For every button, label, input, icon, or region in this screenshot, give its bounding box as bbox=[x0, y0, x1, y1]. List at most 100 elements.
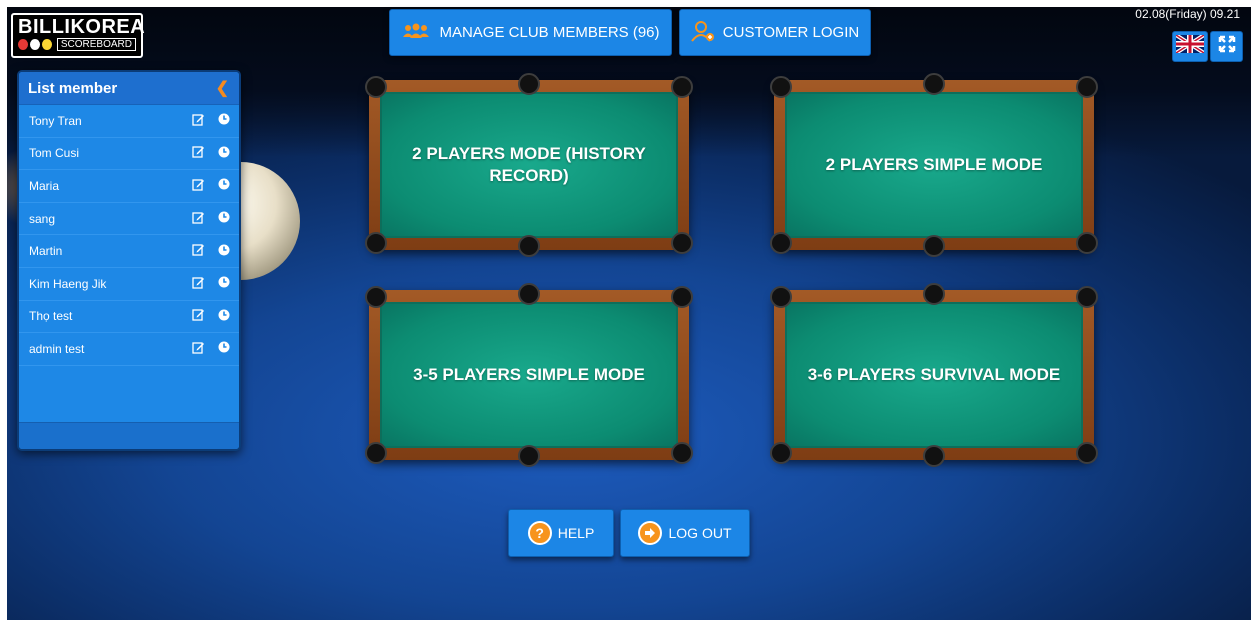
edit-icon[interactable] bbox=[192, 308, 205, 324]
member-name: Tom Cusi bbox=[29, 146, 80, 161]
yellow-dot-icon bbox=[41, 39, 52, 50]
member-list-title: List member bbox=[28, 79, 118, 97]
member-name: Kim Haeng Jik bbox=[29, 276, 107, 291]
member-row[interactable]: Kim Haeng Jik bbox=[19, 268, 239, 301]
uk-flag-icon bbox=[1174, 33, 1206, 58]
edit-icon[interactable] bbox=[192, 243, 205, 259]
edit-icon[interactable] bbox=[192, 211, 205, 227]
member-actions bbox=[192, 145, 230, 161]
pocket-icon bbox=[770, 232, 792, 254]
member-row[interactable]: Tom Cusi bbox=[19, 138, 239, 171]
pocket-icon bbox=[923, 235, 945, 257]
member-name: Thọ test bbox=[29, 309, 73, 324]
brand-name: BILLIKOREA bbox=[18, 16, 146, 38]
brand-logo: BILLIKOREA SCOREBOARD bbox=[11, 13, 146, 58]
clock-icon[interactable] bbox=[218, 276, 230, 291]
clock-icon[interactable] bbox=[218, 113, 230, 128]
pocket-icon bbox=[365, 286, 387, 308]
red-dot-icon bbox=[18, 39, 28, 50]
clock-icon[interactable] bbox=[218, 146, 230, 161]
clock-icon[interactable] bbox=[218, 178, 230, 193]
pocket-icon bbox=[770, 442, 792, 464]
pocket-icon bbox=[1076, 232, 1098, 254]
member-row[interactable]: Thọ test bbox=[19, 301, 239, 334]
pocket-icon bbox=[671, 286, 693, 308]
clock-icon[interactable] bbox=[218, 341, 230, 356]
edit-icon[interactable] bbox=[192, 145, 205, 161]
member-name: Maria bbox=[29, 178, 60, 193]
member-list-panel: List member ❮ Tony Tran Tom Cusi Maria sang… bbox=[17, 70, 241, 451]
member-list-footer bbox=[19, 422, 239, 449]
pocket-icon bbox=[365, 76, 387, 98]
mode-card-3-5-players-simple[interactable]: 3-5 PLAYERS SIMPLE MODE bbox=[365, 283, 693, 467]
pocket-icon bbox=[518, 235, 540, 257]
fullscreen-button[interactable] bbox=[1210, 31, 1243, 62]
table-felt: 2 PLAYERS SIMPLE MODE bbox=[785, 92, 1083, 238]
edit-icon[interactable] bbox=[192, 276, 205, 292]
pocket-icon bbox=[365, 442, 387, 464]
pocket-icon bbox=[518, 283, 540, 305]
pocket-icon bbox=[671, 76, 693, 98]
pocket-icon bbox=[365, 232, 387, 254]
user-add-icon bbox=[690, 20, 715, 46]
member-actions bbox=[192, 243, 230, 259]
table-felt: 3-6 PLAYERS SURVIVAL MODE bbox=[785, 302, 1083, 448]
member-actions bbox=[192, 211, 230, 227]
pocket-icon bbox=[770, 76, 792, 98]
mode-card-3-6-players-survival[interactable]: 3-6 PLAYERS SURVIVAL MODE bbox=[770, 283, 1098, 467]
mode-card-2-players-history[interactable]: 2 PLAYERS MODE (HISTORY RECORD) bbox=[365, 73, 693, 257]
fullscreen-icon bbox=[1218, 35, 1236, 58]
pocket-icon bbox=[770, 286, 792, 308]
member-name: admin test bbox=[29, 341, 85, 356]
help-button[interactable]: ? HELP bbox=[508, 509, 614, 557]
clock-icon[interactable] bbox=[218, 244, 230, 259]
member-row[interactable]: sang bbox=[19, 203, 239, 236]
white-dot-icon bbox=[29, 39, 40, 50]
member-name: Tony Tran bbox=[29, 113, 82, 128]
mode-label: 3-6 PLAYERS SURVIVAL MODE bbox=[807, 365, 1061, 384]
language-button[interactable] bbox=[1172, 31, 1208, 62]
edit-icon[interactable] bbox=[192, 341, 205, 357]
clock-icon[interactable] bbox=[218, 211, 230, 226]
member-name: sang bbox=[29, 211, 56, 226]
member-row[interactable]: Maria bbox=[19, 170, 239, 203]
mode-label: 3-5 PLAYERS SIMPLE MODE bbox=[413, 365, 645, 384]
mode-label: 2 PLAYERS SIMPLE MODE bbox=[825, 155, 1043, 174]
member-actions bbox=[192, 308, 230, 324]
brand-sub: SCOREBOARD bbox=[18, 38, 136, 51]
member-list: Tony Tran Tom Cusi Maria sang Martin Kim Haen… bbox=[19, 105, 239, 366]
pocket-icon bbox=[671, 442, 693, 464]
brand-subtitle: SCOREBOARD bbox=[56, 38, 136, 51]
edit-icon[interactable] bbox=[192, 113, 205, 129]
logout-button[interactable]: LOG OUT bbox=[620, 509, 750, 557]
pocket-icon bbox=[518, 73, 540, 95]
group-users-icon bbox=[401, 22, 431, 44]
member-list-header: List member ❮ bbox=[19, 72, 239, 105]
pocket-icon bbox=[1076, 286, 1098, 308]
pocket-icon bbox=[671, 232, 693, 254]
member-actions bbox=[192, 113, 230, 129]
logout-icon bbox=[638, 521, 663, 545]
help-label: HELP bbox=[557, 525, 595, 541]
pocket-icon bbox=[1076, 442, 1098, 464]
mode-card-2-players-simple[interactable]: 2 PLAYERS SIMPLE MODE bbox=[770, 73, 1098, 257]
mode-label: 2 PLAYERS MODE (HISTORY RECORD) bbox=[412, 144, 646, 185]
clock-icon[interactable] bbox=[218, 309, 230, 324]
edit-icon[interactable] bbox=[192, 178, 205, 194]
pocket-icon bbox=[518, 445, 540, 467]
customer-login-label: CUSTOMER LOGIN bbox=[722, 24, 860, 41]
member-row[interactable]: Martin bbox=[19, 235, 239, 268]
table-felt: 2 PLAYERS MODE (HISTORY RECORD) bbox=[380, 92, 678, 238]
table-felt: 3-5 PLAYERS SIMPLE MODE bbox=[380, 302, 678, 448]
member-actions bbox=[192, 341, 230, 357]
logout-label: LOG OUT bbox=[668, 525, 732, 541]
pocket-icon bbox=[1076, 76, 1098, 98]
member-name: Martin bbox=[29, 244, 63, 259]
manage-club-members-button[interactable]: MANAGE CLUB MEMBERS (96) bbox=[389, 9, 672, 56]
member-row[interactable]: Tony Tran bbox=[19, 105, 239, 138]
pocket-icon bbox=[923, 73, 945, 95]
customer-login-button[interactable]: CUSTOMER LOGIN bbox=[679, 9, 871, 56]
member-row[interactable]: admin test bbox=[19, 333, 239, 366]
chevron-left-icon[interactable]: ❮ bbox=[216, 78, 229, 98]
pocket-icon bbox=[923, 445, 945, 467]
